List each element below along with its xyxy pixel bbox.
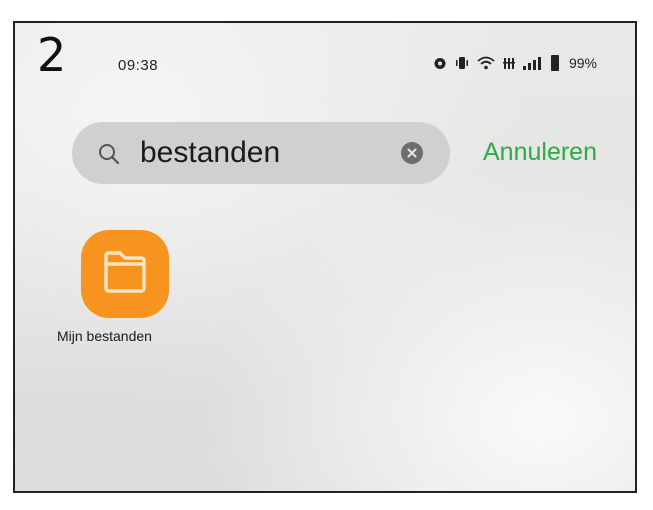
status-time: 09:38 <box>118 57 159 74</box>
battery-percentage: 99% <box>568 55 597 71</box>
app-icon-my-files[interactable] <box>81 230 169 318</box>
alarm-icon <box>433 56 447 70</box>
app-label: Mijn bestanden <box>57 328 152 344</box>
battery-icon <box>550 55 559 71</box>
folder-icon <box>100 250 150 299</box>
search-icon <box>97 142 121 171</box>
step-number: 2 <box>37 28 67 82</box>
clear-icon[interactable] <box>401 142 423 164</box>
search-result-app[interactable]: Mijn bestanden <box>43 230 173 350</box>
cancel-button[interactable]: Annuleren <box>483 138 597 167</box>
wifi-icon <box>477 56 495 70</box>
search-input[interactable] <box>140 136 390 170</box>
network-4g-icon <box>502 56 515 70</box>
status-icons: 99% <box>433 55 597 71</box>
signal-icon <box>522 56 543 70</box>
screenshot-frame: 2 09:38 99% Annuleren <box>13 21 637 493</box>
vibrate-icon <box>455 56 469 70</box>
search-bar[interactable] <box>72 122 450 184</box>
